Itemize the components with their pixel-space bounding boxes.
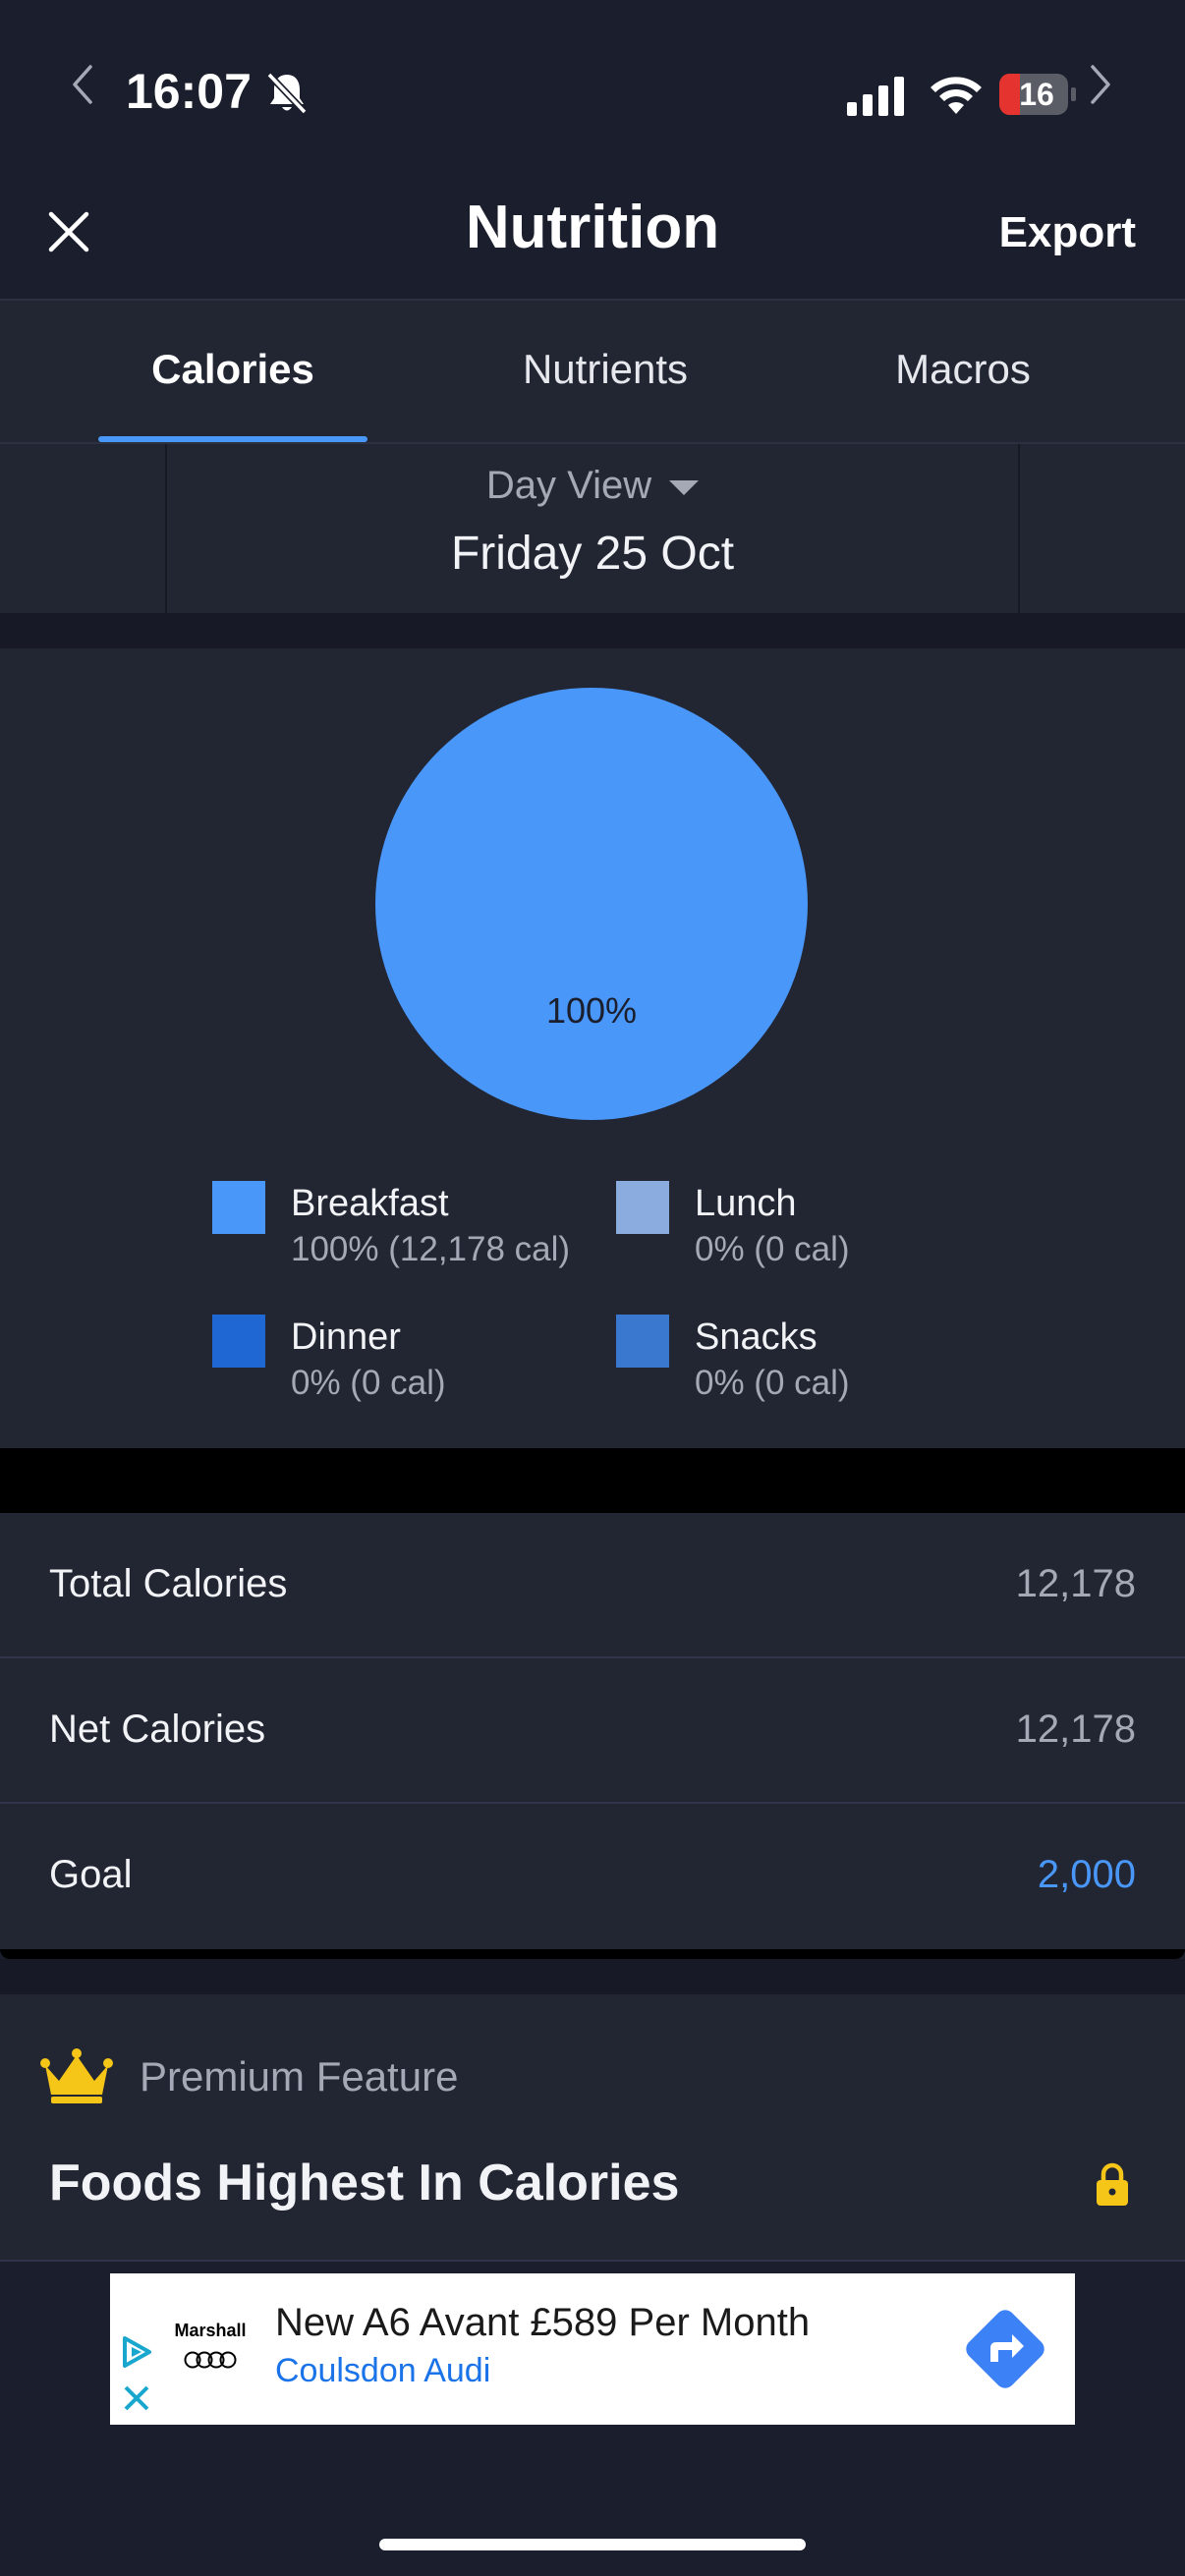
ad-title: New A6 Avant £589 Per Month xyxy=(275,2301,811,2344)
date-navigator: Day View Friday 25 Oct xyxy=(0,444,1185,613)
premium-feature-card[interactable] xyxy=(0,1994,1185,2262)
status-time: 16:07 xyxy=(126,64,252,119)
bell-muted-icon xyxy=(266,72,308,115)
tab-macros[interactable]: Macros xyxy=(845,346,1081,393)
tab-nutrients[interactable]: Nutrients xyxy=(468,346,743,393)
tab-calories[interactable]: Calories xyxy=(98,346,367,393)
ad-logo: Marshall xyxy=(174,2321,247,2340)
row-value: 12,178 xyxy=(1015,1562,1136,1605)
legend-name: Lunch xyxy=(695,1183,797,1224)
legend-swatch xyxy=(616,1181,669,1234)
summary-row-goal[interactable]: Goal 2,000 xyxy=(0,1804,1185,1949)
calories-pie-chart xyxy=(375,688,808,1120)
row-label: Net Calories xyxy=(49,1708,266,1751)
export-button[interactable]: Export xyxy=(999,208,1136,257)
tab-bar: Calories Nutrients Macros xyxy=(0,301,1185,442)
current-date: Friday 25 Oct xyxy=(450,528,735,580)
day-view-dropdown[interactable]: Day View xyxy=(0,464,1185,508)
summary-row-net: Net Calories 12,178 xyxy=(0,1658,1185,1804)
lock-icon xyxy=(1097,2162,1128,2206)
calories-summary: Total Calories 12,178 Net Calories 12,17… xyxy=(0,1513,1185,1951)
legend-value: 0% (0 cal) xyxy=(695,1364,850,1402)
pie-slice-breakfast xyxy=(375,688,808,1120)
home-indicator xyxy=(379,2539,806,2550)
battery-level: 16 xyxy=(1019,77,1054,112)
section-gap xyxy=(0,1448,1185,1513)
section-gap xyxy=(0,1959,1185,1994)
chevron-left-icon[interactable] xyxy=(67,61,98,108)
ad-banner[interactable]: Marshall New A6 Avant £589 Per Month Cou… xyxy=(110,2273,1075,2425)
row-label: Total Calories xyxy=(49,1562,288,1605)
premium-label: Premium Feature xyxy=(140,2053,459,2100)
audi-rings-icon xyxy=(184,2351,237,2369)
legend-swatch xyxy=(616,1315,669,1368)
day-view-label: Day View xyxy=(485,464,652,507)
legend-name: Breakfast xyxy=(291,1183,449,1224)
ad-subtitle: Coulsdon Audi xyxy=(275,2352,491,2389)
legend-value: 0% (0 cal) xyxy=(291,1364,446,1402)
legend-swatch xyxy=(212,1315,265,1368)
legend-value: 100% (12,178 cal) xyxy=(291,1230,571,1268)
legend-value: 0% (0 cal) xyxy=(695,1230,850,1268)
signal-icon xyxy=(847,77,904,116)
ad-choices-icon[interactable] xyxy=(120,2334,153,2370)
goal-value[interactable]: 2,000 xyxy=(1038,1853,1136,1897)
wifi-icon xyxy=(931,77,982,114)
section-gap xyxy=(0,613,1185,648)
divider xyxy=(0,1949,1185,1959)
chevron-right-icon[interactable] xyxy=(1085,61,1116,108)
directions-arrow-icon[interactable] xyxy=(961,2305,1049,2393)
row-label: Goal xyxy=(49,1853,133,1896)
ad-close-icon[interactable] xyxy=(122,2383,151,2413)
caret-down-icon xyxy=(669,479,700,495)
premium-title: Foods Highest In Calories xyxy=(49,2155,680,2212)
row-value: 12,178 xyxy=(1015,1708,1136,1751)
crown-icon xyxy=(40,2048,113,2103)
legend-name: Dinner xyxy=(291,1316,401,1358)
pie-slice-label: 100% xyxy=(545,990,638,1031)
summary-row-total: Total Calories 12,178 xyxy=(0,1513,1185,1658)
legend-name: Snacks xyxy=(695,1316,818,1358)
legend-swatch xyxy=(212,1181,265,1234)
